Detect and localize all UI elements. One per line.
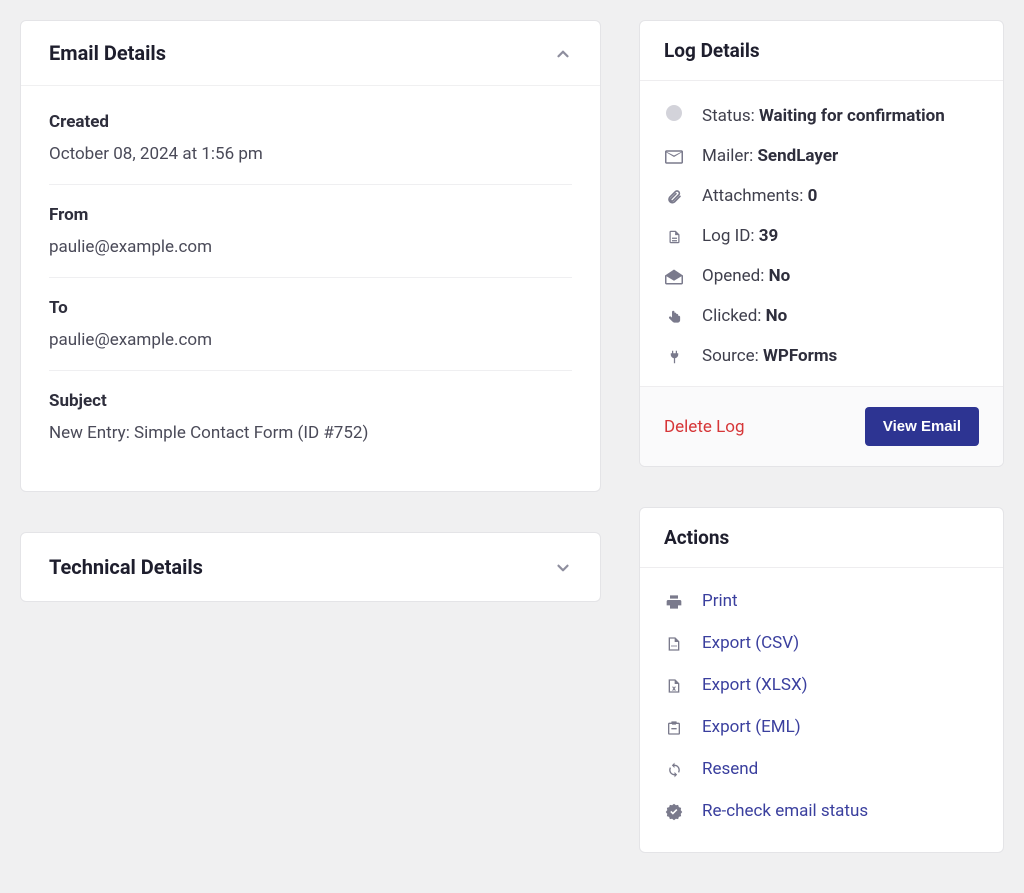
xlsx-file-icon bbox=[664, 675, 684, 695]
field-from: From paulie@example.com bbox=[49, 185, 572, 278]
mailer-label: Mailer: bbox=[702, 146, 757, 166]
action-label: Re-check email status bbox=[702, 801, 868, 821]
log-id-value: 39 bbox=[759, 226, 779, 246]
from-label: From bbox=[49, 205, 572, 225]
source-value: WPForms bbox=[763, 346, 837, 366]
check-badge-icon bbox=[664, 801, 684, 821]
opened-value: No bbox=[769, 266, 791, 286]
from-value: paulie@example.com bbox=[49, 237, 572, 257]
technical-details-card: Technical Details bbox=[20, 532, 601, 602]
source-label: Source: bbox=[702, 346, 763, 366]
mailer-value: SendLayer bbox=[757, 146, 838, 166]
envelope-icon bbox=[664, 146, 684, 166]
created-value: October 08, 2024 at 1:56 pm bbox=[49, 144, 572, 164]
open-envelope-icon bbox=[664, 266, 684, 286]
action-label: Print bbox=[702, 591, 738, 611]
action-export-xlsx[interactable]: Export (XLSX) bbox=[664, 664, 979, 706]
actions-title: Actions bbox=[664, 526, 729, 549]
email-details-title: Email Details bbox=[49, 41, 166, 65]
action-resend[interactable]: Resend bbox=[664, 748, 979, 790]
document-icon bbox=[664, 226, 684, 246]
view-email-button[interactable]: View Email bbox=[865, 407, 979, 446]
to-value: paulie@example.com bbox=[49, 330, 572, 350]
created-label: Created bbox=[49, 112, 572, 132]
action-label: Export (EML) bbox=[702, 717, 801, 737]
actions-header: Actions bbox=[640, 508, 1003, 568]
action-export-csv[interactable]: Export (CSV) bbox=[664, 622, 979, 664]
field-to: To paulie@example.com bbox=[49, 278, 572, 371]
log-details-card: Log Details Status: Waiting for confirma… bbox=[639, 20, 1004, 467]
action-export-eml[interactable]: Export (EML) bbox=[664, 706, 979, 748]
chevron-up-icon bbox=[554, 43, 572, 63]
clicked-value: No bbox=[766, 306, 788, 326]
opened-label: Opened: bbox=[702, 266, 769, 286]
log-mailer-row: Mailer: SendLayer bbox=[664, 136, 979, 176]
email-details-card: Email Details Created October 08, 2024 a… bbox=[20, 20, 601, 492]
log-attachments-row: Attachments: 0 bbox=[664, 176, 979, 216]
log-clicked-row: Clicked: No bbox=[664, 296, 979, 336]
refresh-icon bbox=[664, 760, 684, 779]
status-label: Status: bbox=[702, 106, 759, 126]
field-created: Created October 08, 2024 at 1:56 pm bbox=[49, 92, 572, 185]
plug-icon bbox=[664, 346, 684, 366]
action-label: Export (CSV) bbox=[702, 633, 799, 653]
log-details-title: Log Details bbox=[664, 39, 760, 62]
print-icon bbox=[664, 592, 684, 611]
to-label: To bbox=[49, 298, 572, 318]
log-details-header: Log Details bbox=[640, 21, 1003, 81]
subject-value: New Entry: Simple Contact Form (ID #752) bbox=[49, 423, 572, 443]
clicked-label: Clicked: bbox=[702, 306, 766, 326]
attachments-value: 0 bbox=[808, 186, 818, 206]
email-details-header[interactable]: Email Details bbox=[21, 21, 600, 86]
technical-details-header[interactable]: Technical Details bbox=[21, 533, 600, 601]
log-status-row: Status: Waiting for confirmation bbox=[664, 95, 979, 136]
delete-log-link[interactable]: Delete Log bbox=[664, 417, 745, 437]
subject-label: Subject bbox=[49, 391, 572, 411]
log-id-label: Log ID: bbox=[702, 226, 759, 246]
action-print[interactable]: Print bbox=[664, 580, 979, 622]
status-value: Waiting for confirmation bbox=[759, 106, 945, 126]
log-id-row: Log ID: 39 bbox=[664, 216, 979, 256]
paperclip-icon bbox=[664, 186, 684, 206]
pointer-icon bbox=[664, 306, 684, 326]
log-opened-row: Opened: No bbox=[664, 256, 979, 296]
action-recheck-status[interactable]: Re-check email status bbox=[664, 790, 979, 832]
technical-details-title: Technical Details bbox=[49, 555, 203, 579]
chevron-down-icon bbox=[554, 557, 572, 577]
actions-card: Actions Print Export (CSV) bbox=[639, 507, 1004, 853]
action-label: Resend bbox=[702, 759, 758, 779]
log-source-row: Source: WPForms bbox=[664, 336, 979, 376]
status-dot-icon bbox=[666, 105, 682, 121]
action-label: Export (XLSX) bbox=[702, 675, 808, 695]
attachments-label: Attachments: bbox=[702, 186, 808, 206]
csv-file-icon bbox=[664, 633, 684, 653]
clipboard-icon bbox=[664, 717, 684, 737]
field-subject: Subject New Entry: Simple Contact Form (… bbox=[49, 371, 572, 463]
